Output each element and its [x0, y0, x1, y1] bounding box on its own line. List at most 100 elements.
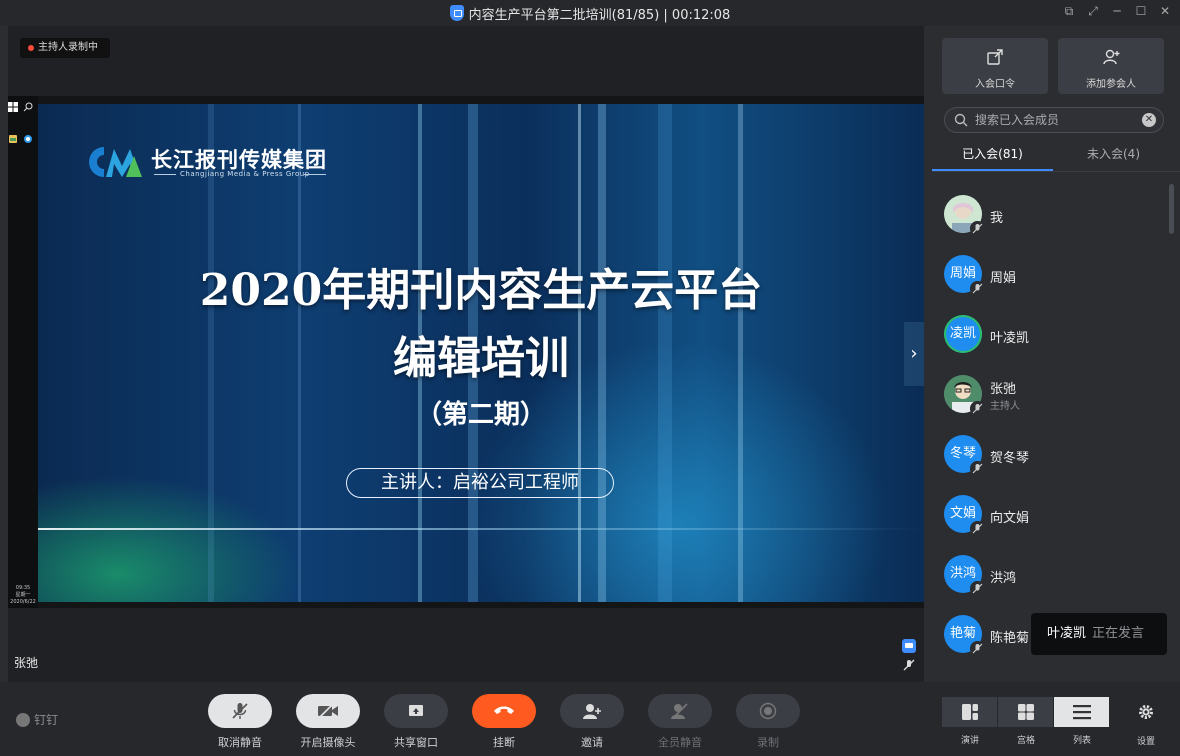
unmute-label: 取消静音	[218, 736, 262, 749]
speaking-toast: 叶凌凯 正在发言	[1031, 613, 1167, 655]
add-participant-button[interactable]: 添加参会人	[1058, 38, 1164, 94]
window-controls: ⧉ ⤢ ─ ☐ ✕	[1062, 4, 1172, 18]
chat-bubble-icon[interactable]	[902, 639, 916, 653]
member-name: 张弛	[990, 382, 1017, 397]
member-name: 向文娟	[990, 511, 1030, 526]
join-code-button[interactable]: 入会口令	[942, 38, 1048, 94]
member-list: 我 周娟 周娟 凌凯 叶凌凯 张弛 主持人 冬琴 贺冬琴 文娟 向文娟 洪鸿 洪…	[932, 186, 1168, 666]
member-name: 我	[990, 211, 1004, 226]
tab-not-joined[interactable]: 未入会(4)	[1053, 138, 1174, 171]
view-speaker-label: 演讲	[960, 736, 979, 746]
list-item[interactable]: 我	[932, 186, 1168, 246]
unmute-button[interactable]: 取消静音	[208, 694, 272, 750]
record-button[interactable]: 录制	[736, 694, 800, 750]
company-name-en: Changjiang Media & Press Group	[180, 170, 310, 178]
mic-muted-icon	[903, 659, 915, 671]
hangup-phone-icon	[494, 706, 514, 714]
view-mode-switch: 演讲 宫格 列表	[942, 697, 1110, 746]
member-search-input[interactable]: 搜索已入会成员 ✕	[944, 107, 1164, 133]
member-name: 陈艳菊	[990, 631, 1030, 646]
hangup-button[interactable]: 挂断	[472, 694, 536, 750]
member-tabs: 已入会(81) 未入会(4)	[932, 138, 1180, 172]
maximize-icon[interactable]: ☐	[1134, 4, 1148, 18]
speaking-name: 叶凌凯	[1047, 626, 1087, 641]
company-logo-icon	[89, 147, 142, 177]
avatar-text: 周娟	[949, 266, 976, 281]
view-grid-button[interactable]: 宫格	[998, 697, 1054, 746]
hangup-label: 挂断	[493, 736, 515, 749]
speaker-layout-icon	[961, 704, 978, 720]
presentation-slide: 长江报刊传媒集团 Changjiang Media & Press Group …	[38, 104, 924, 602]
float-window-icon[interactable]: ⧉	[1062, 4, 1076, 18]
settings-button[interactable]: 设置	[1128, 704, 1164, 747]
list-item[interactable]: 周娟 周娟	[932, 246, 1168, 306]
camera-button[interactable]: 开启摄像头	[296, 694, 360, 750]
record-icon	[759, 702, 777, 720]
mic-muted-icon	[970, 281, 985, 296]
settings-label: 设置	[1136, 737, 1155, 747]
mute-all-label: 全员静音	[658, 736, 702, 749]
view-grid-label: 宫格	[1016, 736, 1035, 746]
avatar: 冬琴	[944, 435, 985, 476]
brand-logo: 钉钉	[16, 711, 58, 728]
gear-icon	[1139, 705, 1153, 719]
grid-layout-icon	[1017, 704, 1034, 720]
mute-all-button[interactable]: 全员静音	[648, 694, 712, 750]
bottom-toolbar: 钉钉 取消静音 开启摄像头 共享窗口 挂断 邀请 全员静音 录制 演讲 宫格 列…	[0, 682, 1180, 756]
search-icon	[23, 102, 33, 112]
avatar-text: 凌凯	[949, 326, 976, 341]
avatar: 周娟	[944, 255, 985, 296]
list-item[interactable]: 冬琴 贺冬琴	[932, 426, 1168, 486]
add-user-icon	[1103, 49, 1120, 65]
avatar: 艳菊	[944, 615, 985, 656]
list-item[interactable]: 凌凯 叶凌凯	[932, 306, 1168, 366]
recording-badge: 主持人录制中	[20, 38, 110, 58]
share-window-button[interactable]: 共享窗口	[384, 694, 448, 750]
main-stage: 主持人录制中 09:35 星期一 2020/6/22 长江报刊传媒集团 Chan…	[8, 26, 924, 682]
taskbar-time: 09:35	[15, 585, 31, 591]
search-placeholder: 搜索已入会成员	[975, 113, 1060, 127]
member-role: 主持人	[990, 401, 1020, 412]
slide-title-line2: 编辑培训	[393, 333, 569, 384]
view-speaker-button[interactable]: 演讲	[942, 697, 998, 746]
participants-panel: 入会口令 添加参会人 搜索已入会成员 ✕ 已入会(81) 未入会(4) 我 周娟…	[932, 26, 1180, 682]
member-list-scrollbar[interactable]	[1169, 184, 1174, 234]
share-link-icon	[987, 49, 1003, 65]
tab-joined[interactable]: 已入会(81)	[932, 138, 1053, 171]
next-page-button[interactable]: ›	[904, 322, 924, 386]
add-participant-label: 添加参会人	[1086, 79, 1136, 90]
mute-all-icon	[671, 703, 688, 719]
invite-button[interactable]: 邀请	[560, 694, 624, 750]
list-item[interactable]: 文娟 向文娟	[932, 486, 1168, 546]
view-list-button[interactable]: 列表	[1054, 697, 1110, 746]
shared-screen: 09:35 星期一 2020/6/22 长江报刊传媒集团 Changjiang …	[8, 96, 924, 608]
list-layout-icon	[1072, 705, 1091, 720]
camera-off-icon	[318, 703, 338, 719]
close-icon[interactable]: ✕	[1158, 4, 1172, 18]
search-icon	[954, 113, 968, 127]
slide-speaker: 主讲人：启裕公司工程师	[346, 468, 614, 498]
camera-label: 开启摄像头	[300, 736, 356, 749]
member-name: 叶凌凯	[990, 331, 1030, 346]
fullscreen-icon[interactable]: ⤢	[1086, 4, 1100, 18]
list-item[interactable]: 洪鸿 洪鸿	[932, 546, 1168, 606]
record-label: 录制	[757, 736, 779, 749]
clear-search-icon[interactable]: ✕	[1142, 113, 1156, 127]
title-bar: 内容生产平台第二批培训(81/85) | 00:12:08 ⧉ ⤢ ─ ☐ ✕	[0, 0, 1180, 26]
mic-muted-icon	[970, 461, 985, 476]
window-title: 内容生产平台第二批培训(81/85) | 00:12:08	[468, 7, 731, 23]
avatar-text: 文娟	[949, 506, 976, 521]
slide-title-line1: 2020年期刊内容生产云平台	[199, 265, 763, 316]
shield-icon	[449, 5, 464, 21]
taskbar-date: 2020/6/22	[10, 599, 36, 605]
member-name: 周娟	[990, 271, 1017, 286]
view-list-label: 列表	[1072, 736, 1091, 746]
screen-share-icon	[409, 705, 423, 716]
avatar: 洪鸿	[944, 555, 985, 596]
current-speaker-label: 张弛	[14, 656, 39, 670]
brand-name: 钉钉	[34, 713, 59, 727]
mic-muted-icon	[970, 581, 985, 596]
minimize-icon[interactable]: ─	[1110, 4, 1124, 18]
dingtalk-icon	[16, 712, 30, 727]
list-item[interactable]: 张弛 主持人	[932, 366, 1168, 426]
